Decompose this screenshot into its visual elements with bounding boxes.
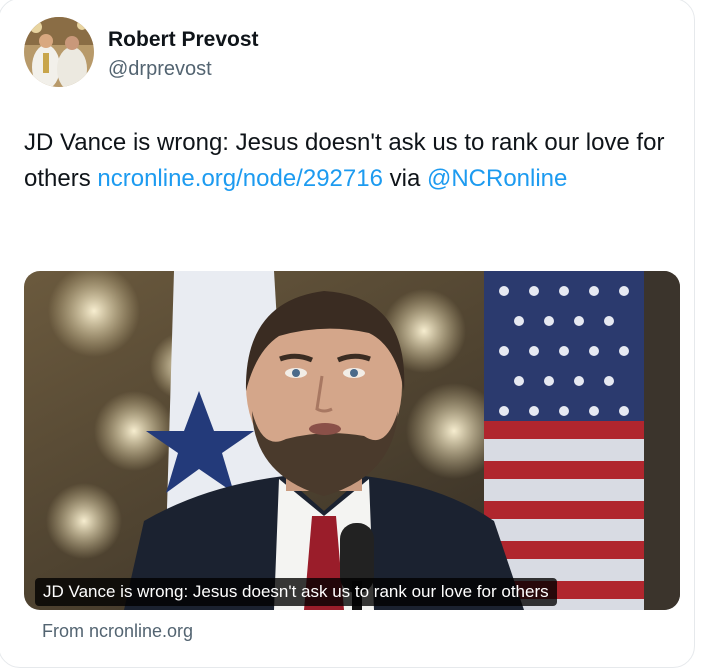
profile-photo-icon [24,17,94,87]
tweet-text: JD Vance is wrong: Jesus doesn't ask us … [24,125,674,197]
tweet-text-via: via [382,165,427,192]
photo-icon [24,271,680,610]
link-card-image[interactable] [24,271,680,610]
author-display-name[interactable]: Robert Prevost [108,27,259,53]
link-card-caption: JD Vance is wrong: Jesus doesn't ask us … [35,578,557,606]
ncronline-mention[interactable]: @NCRonline [427,165,567,192]
author-handle[interactable]: @drprevost [108,56,212,82]
link-card-source[interactable]: From ncronline.org [42,619,193,643]
author-avatar[interactable] [24,17,94,87]
article-link[interactable]: ncronline.org/node/292716 [97,165,383,192]
